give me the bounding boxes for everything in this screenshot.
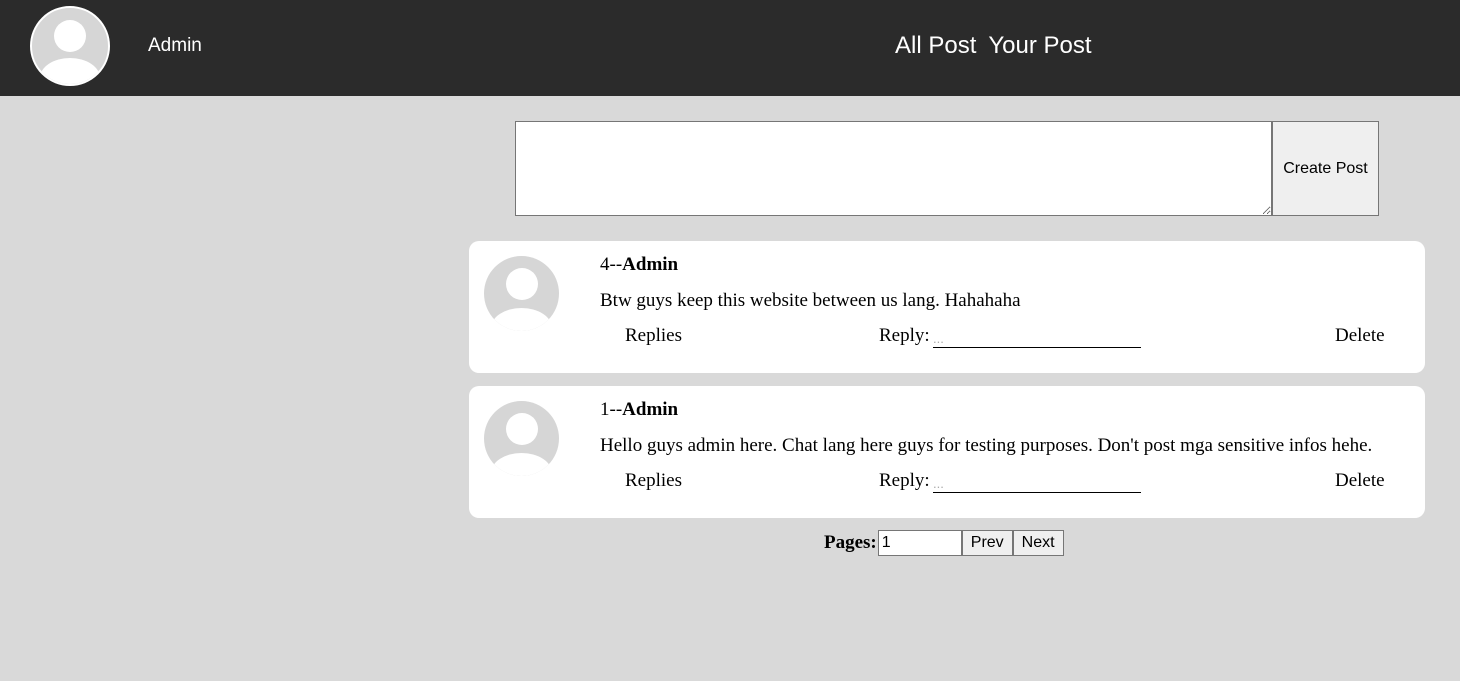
reply-label: Reply: [879,470,930,491]
post-id-separator: -- [609,399,623,420]
delete-link[interactable]: Delete [1335,325,1385,347]
replies-link[interactable]: Replies [625,325,682,347]
username: Admin [148,35,202,56]
page-number-input[interactable] [877,530,962,556]
user-icon-body [491,453,552,476]
post-card: 4--Admin Btw guys keep this website betw… [469,241,1425,373]
prev-button[interactable]: Prev [961,530,1013,556]
post-header: 1--Admin [600,399,678,421]
delete-link[interactable]: Delete [1335,470,1385,492]
main-nav: All Post Your Post [895,32,1092,60]
post-id-separator: -- [609,254,623,275]
reply-input[interactable] [933,474,1141,493]
post-author: Admin [622,254,679,275]
reply-input[interactable] [933,329,1141,348]
post-id: 1 [600,399,610,420]
pagination: Pages: Prev Next [824,530,1064,556]
user-icon-head [506,413,538,445]
post-textarea[interactable] [515,121,1272,216]
top-bar: Admin All Post Your Post [0,0,1460,96]
user-icon-body [491,308,552,331]
replies-link[interactable]: Replies [625,470,682,492]
post-id: 4 [600,254,610,275]
nav-all-post[interactable]: All Post [895,32,976,60]
nav-your-post[interactable]: Your Post [988,32,1091,60]
post-card: 1--Admin Hello guys admin here. Chat lan… [469,386,1425,518]
create-post-button[interactable]: Create Post [1272,121,1379,216]
user-icon-head [54,20,86,52]
post-avatar [484,401,559,476]
user-icon-head [506,268,538,300]
pages-label: Pages: [824,532,877,553]
next-button[interactable]: Next [1012,530,1064,556]
post-author: Admin [622,399,679,420]
post-text: Hello guys admin here. Chat lang here gu… [600,435,1373,456]
avatar[interactable] [30,6,110,86]
post-header: 4--Admin [600,254,678,276]
post-avatar [484,256,559,331]
post-text: Btw guys keep this website between us la… [600,290,1021,311]
reply-label: Reply: [879,325,930,346]
user-icon-body [40,58,100,84]
